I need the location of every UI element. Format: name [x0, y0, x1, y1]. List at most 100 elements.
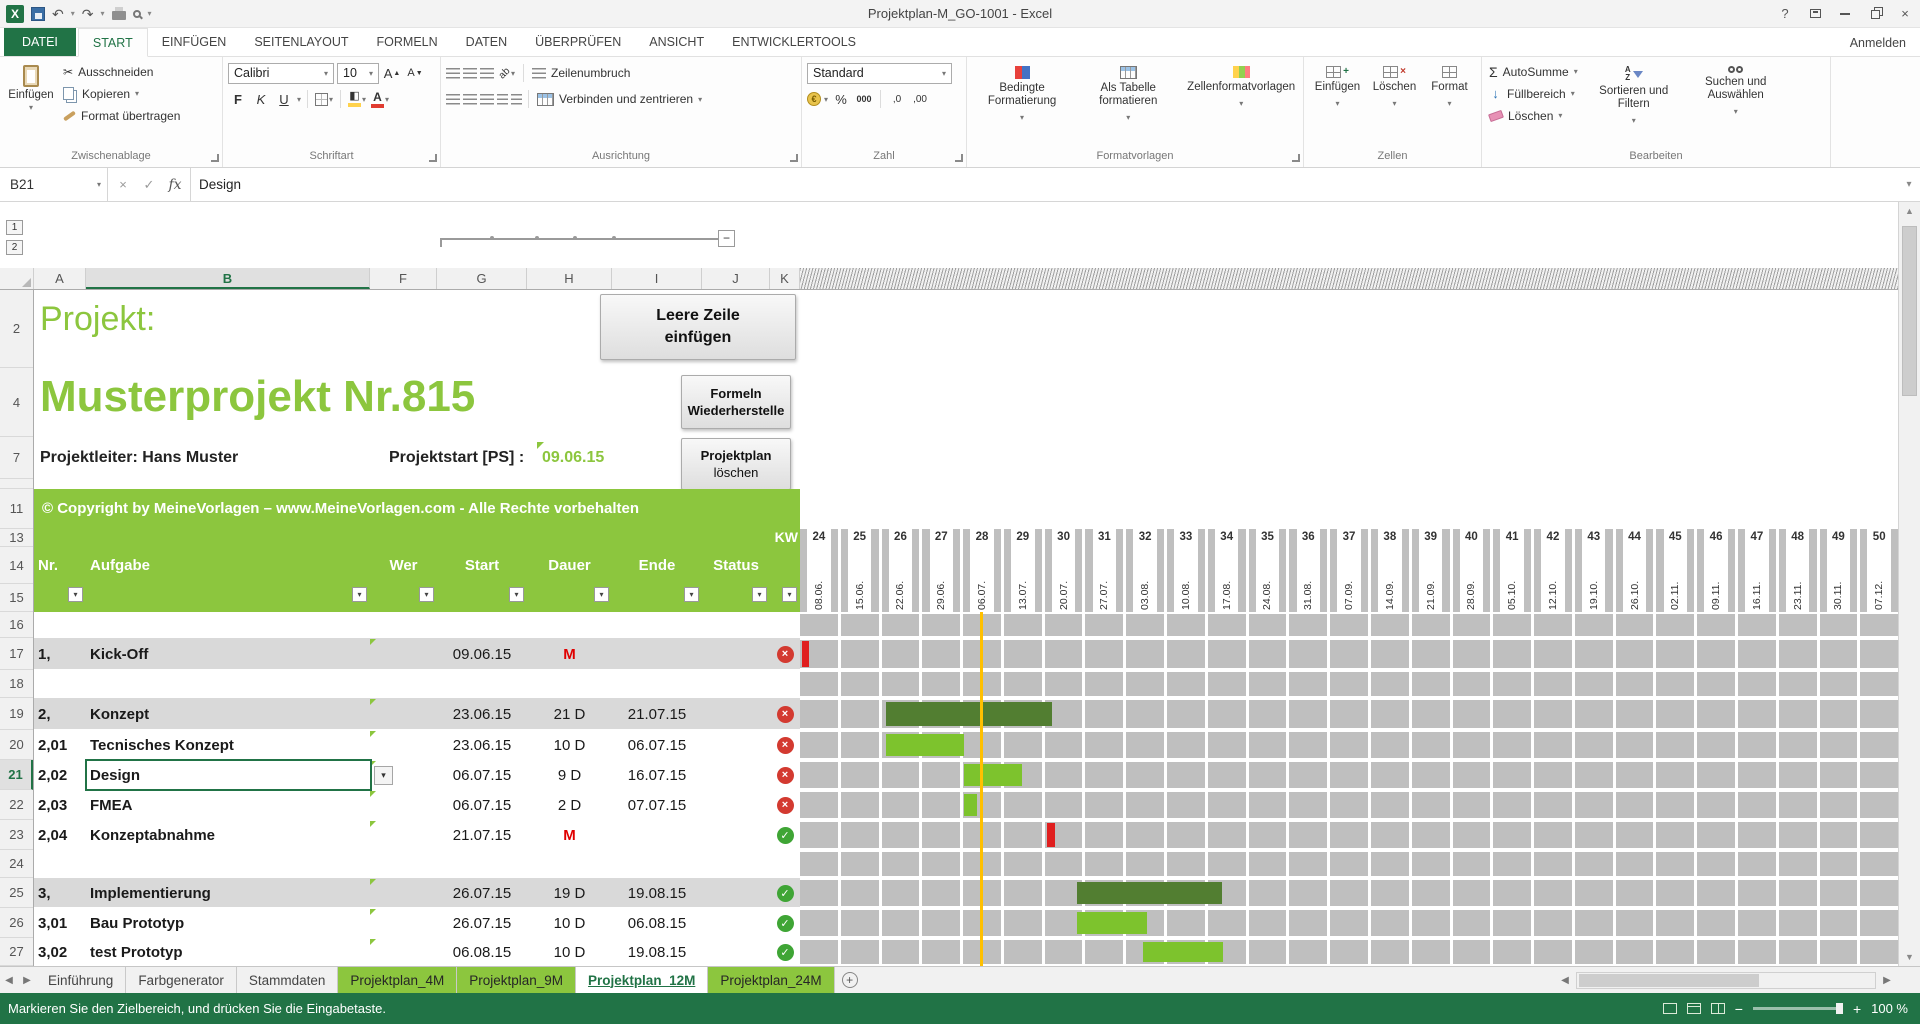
horizontal-scrollbar-thumb[interactable] [1579, 974, 1759, 987]
undo-icon[interactable]: ↶ [52, 7, 64, 21]
cell-start[interactable]: 06.08.15 [437, 938, 527, 966]
cell-status[interactable]: × [770, 790, 800, 820]
number-format-combobox[interactable]: Standard▾ [807, 63, 952, 84]
row-header-24[interactable]: 24 [0, 850, 33, 878]
cell-duration[interactable]: 21 D [527, 698, 612, 730]
collapse-group-button[interactable]: − [718, 230, 735, 247]
cell-task[interactable]: Tecnisches Konzept [90, 730, 366, 760]
minimize-button[interactable] [1830, 0, 1860, 28]
borders-button[interactable]: ▾ [314, 89, 334, 110]
column-header-f[interactable]: F [370, 268, 437, 289]
cell-nr[interactable]: 2,04 [38, 820, 84, 850]
cell-start[interactable]: 09.06.15 [437, 638, 527, 670]
scroll-down-icon[interactable]: ▼ [1899, 952, 1920, 962]
cell-task[interactable]: Bau Prototyp [90, 908, 366, 938]
row-header-17[interactable]: 17 [0, 638, 33, 670]
confirm-entry-icon[interactable]: ✓ [136, 177, 162, 193]
clear-button[interactable]: Löschen▾ [1487, 105, 1580, 126]
page-layout-view-icon[interactable] [1687, 1003, 1701, 1014]
row-header-14[interactable]: 14 [0, 547, 33, 584]
outline-level-2-button[interactable]: 2 [6, 240, 23, 255]
font-dialog-launcher-icon[interactable] [429, 154, 437, 162]
filter-button[interactable]: ▾ [419, 587, 434, 602]
cell-nr[interactable]: 3,02 [38, 938, 84, 966]
font-color-button[interactable]: A▾ [370, 89, 390, 110]
sheet-tab-projektplan_24m[interactable]: Projektplan_24M [708, 967, 834, 993]
column-header-k[interactable]: K [770, 268, 800, 289]
row-header-13[interactable]: 13 [0, 529, 33, 547]
redo-dropdown-icon[interactable]: ▾ [100, 9, 104, 18]
row-header-4[interactable]: 4 [0, 368, 33, 437]
ribbon-tab-ansicht[interactable]: ANSICHT [635, 28, 718, 56]
cell-end[interactable]: 16.07.15 [612, 760, 702, 790]
project-start-value[interactable]: 09.06.15 [542, 437, 604, 479]
cell-end[interactable]: 06.07.15 [612, 730, 702, 760]
customize-qat-icon[interactable]: ▾ [148, 9, 152, 18]
redo-icon[interactable]: ↷ [82, 7, 94, 21]
align-right-icon[interactable] [480, 94, 494, 105]
cell-task[interactable]: test Prototyp [90, 938, 366, 966]
row-header-16[interactable]: 16 [0, 612, 33, 638]
cell-nr[interactable]: 3,01 [38, 908, 84, 938]
increase-indent-icon[interactable] [511, 94, 522, 105]
font-name-combobox[interactable]: Calibri▾ [228, 63, 334, 84]
sheet-tab-einführung[interactable]: Einführung [36, 967, 126, 993]
increase-decimal-button[interactable]: ,0 [887, 89, 907, 110]
underline-button[interactable]: U [274, 89, 294, 110]
zoom-slider[interactable] [1753, 1007, 1843, 1010]
ribbon-tab-formeln[interactable]: FORMELN [363, 28, 452, 56]
format-cells-button[interactable]: Format▾ [1426, 61, 1474, 149]
row-header-hidden[interactable] [0, 479, 33, 489]
delete-cells-button[interactable]: × Löschen▾ [1370, 61, 1420, 149]
insert-empty-row-button[interactable]: Leere Zeile einfügen [600, 294, 796, 360]
save-icon[interactable] [31, 7, 45, 21]
row-header-11[interactable]: 11 [0, 489, 33, 529]
conditional-formatting-button[interactable]: Bedingte Formatierung▾ [972, 61, 1072, 149]
cell-nr[interactable]: 2,02 [38, 760, 84, 790]
cell-duration[interactable]: 9 D [527, 760, 612, 790]
autosum-button[interactable]: ΣAutoSumme▾ [1487, 61, 1580, 82]
ribbon-tab-überprüfen[interactable]: ÜBERPRÜFEN [521, 28, 635, 56]
cell-nr[interactable]: 2, [38, 698, 84, 730]
alignment-dialog-launcher-icon[interactable] [790, 154, 798, 162]
filter-button[interactable]: ▾ [68, 587, 83, 602]
page-break-view-icon[interactable] [1711, 1003, 1725, 1014]
fill-color-button[interactable]: ◧▾ [347, 89, 367, 110]
insert-cells-button[interactable]: + Einfügen▾ [1312, 61, 1364, 149]
formula-input[interactable]: Design [191, 168, 1898, 201]
cell-styles-button[interactable]: Zellenformatvorlagen▾ [1184, 61, 1298, 149]
insert-function-icon[interactable]: fx [162, 177, 188, 193]
delete-plan-button[interactable]: Projektplan löschen [681, 438, 791, 490]
cell-status[interactable]: × [770, 730, 800, 760]
column-header-g[interactable]: G [437, 268, 527, 289]
restore-button[interactable] [1860, 0, 1890, 28]
select-all-button[interactable] [0, 268, 34, 289]
column-header-a[interactable]: A [34, 268, 86, 289]
cut-button[interactable]: ✂Ausschneiden [61, 61, 182, 82]
normal-view-icon[interactable] [1663, 1003, 1677, 1014]
cell-task[interactable]: FMEA [90, 790, 366, 820]
vertical-scrollbar[interactable]: ▲ ▼ [1898, 202, 1920, 966]
row-header-18[interactable]: 18 [0, 670, 33, 698]
cell-status[interactable]: × [770, 638, 800, 670]
zoom-out-icon[interactable]: − [1735, 1002, 1743, 1016]
cell-duration[interactable]: 10 D [527, 938, 612, 966]
row-header-15[interactable]: 15 [0, 584, 33, 612]
row-header-19[interactable]: 19 [0, 698, 33, 730]
format-as-table-button[interactable]: Als Tabelle formatieren▾ [1080, 61, 1176, 149]
cell-end[interactable]: 19.08.15 [612, 878, 702, 908]
cell-start[interactable]: 06.07.15 [437, 760, 527, 790]
column-header-j[interactable]: J [702, 268, 770, 289]
next-sheet-icon[interactable]: ▶ [18, 967, 36, 993]
number-dialog-launcher-icon[interactable] [955, 154, 963, 162]
cell-start[interactable]: 23.06.15 [437, 730, 527, 760]
row-header-23[interactable]: 23 [0, 820, 33, 850]
cell-start[interactable]: 06.07.15 [437, 790, 527, 820]
vertical-scrollbar-thumb[interactable] [1902, 226, 1917, 396]
name-box[interactable]: B21▾ [0, 168, 108, 201]
cell-duration[interactable]: 10 D [527, 908, 612, 938]
ribbon-display-options-button[interactable] [1800, 0, 1830, 28]
cell-task[interactable]: Kick-Off [90, 638, 366, 670]
increase-font-icon[interactable]: A▲ [382, 63, 402, 84]
clipboard-dialog-launcher-icon[interactable] [211, 154, 219, 162]
